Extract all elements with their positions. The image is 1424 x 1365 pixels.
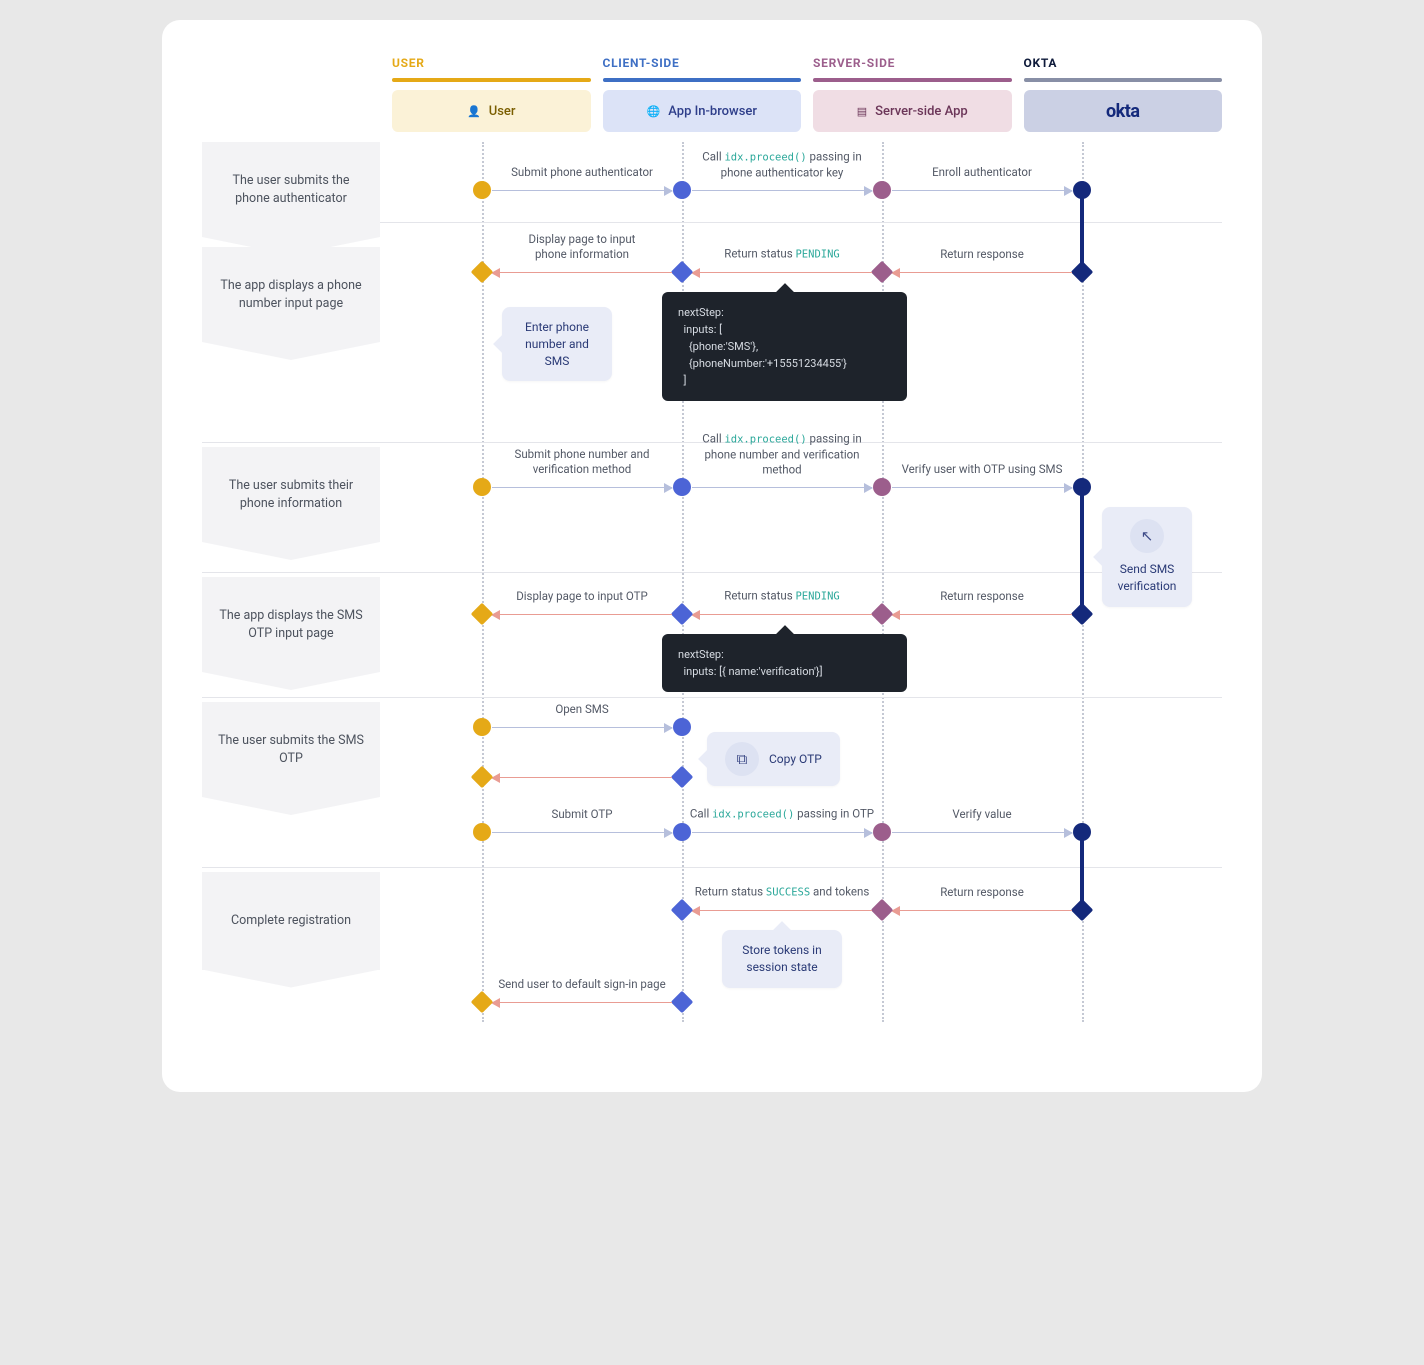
arrow (892, 190, 1072, 191)
arrow-return (692, 272, 872, 273)
node-okta (1071, 603, 1094, 626)
msg-label: Submit phone authenticator (511, 165, 653, 184)
arrow (492, 832, 672, 833)
node-server (871, 603, 894, 626)
okta-activation (1080, 190, 1084, 272)
arrow (492, 190, 672, 191)
step-4: The app displays the SMS OTP input page (202, 577, 380, 672)
lane-label-user: USER (392, 56, 591, 70)
msg-label: Enroll authenticator (932, 165, 1032, 184)
msg-label: Verify value (952, 807, 1011, 826)
lane-label-server: SERVER-SIDE (813, 56, 1012, 70)
node-okta (1071, 261, 1094, 284)
diagram-card: USER 👤 User CLIENT-SIDE 🌐 App In-browser (162, 20, 1262, 1092)
node-client (671, 766, 694, 789)
node-user (473, 478, 491, 496)
msg-label: Send user to default sign-in page (498, 977, 665, 996)
step-6: Complete registration (202, 872, 380, 970)
globe-icon: 🌐 (647, 105, 661, 118)
lane-box-server: Server-side App (875, 104, 968, 119)
node-client (671, 261, 694, 284)
msg-label: Call idx.proceed() passing in phone numb… (697, 431, 867, 481)
node-user (473, 823, 491, 841)
arrow (692, 832, 872, 833)
node-client (671, 991, 694, 1014)
msg-label: Return response (940, 589, 1024, 608)
step-1: The user submits the phone authenticator (202, 142, 380, 237)
step-5: The user submits the SMS OTP (202, 702, 380, 797)
arrow-return (492, 614, 672, 615)
arrow-return (692, 910, 872, 911)
code-payload-2: nextStep: inputs: [{ name:'verification'… (662, 634, 907, 692)
arrow-return (492, 777, 672, 778)
header-row: USER 👤 User CLIENT-SIDE 🌐 App In-browser (202, 56, 1222, 132)
lane-label-okta: OKTA (1024, 56, 1223, 70)
lane-box-client: App In-browser (668, 104, 757, 119)
user-icon: 👤 (467, 105, 481, 118)
code-payload-1: nextStep: inputs: [ {phone:'SMS'}, {phon… (662, 292, 907, 401)
msg-label: Display page to input OTP (516, 589, 648, 608)
lane-okta: OKTA okta (1024, 56, 1223, 132)
arrow (492, 487, 672, 488)
node-server (873, 181, 891, 199)
step-3: The user submits their phone information (202, 447, 380, 542)
server-icon: ▤ (857, 105, 867, 118)
callout-send-sms: ↖ Send SMS verification (1102, 507, 1192, 607)
lane-server: SERVER-SIDE ▤ Server-side App (813, 56, 1012, 132)
msg-label: Return response (940, 247, 1024, 266)
arrow (492, 727, 672, 728)
arrow-return (492, 272, 672, 273)
callout-store-tokens: Store tokens in session state (722, 930, 842, 988)
node-user (471, 991, 494, 1014)
callout-copy-otp: ⧉ Copy OTP (707, 732, 840, 786)
okta-logo: okta (1106, 101, 1140, 122)
msg-label: Call idx.proceed() passing in OTP (690, 806, 874, 826)
node-user (471, 261, 494, 284)
msg-label: Call idx.proceed() passing in phone auth… (697, 149, 867, 184)
lane-user: USER 👤 User (392, 56, 591, 132)
arrow (892, 487, 1072, 488)
node-user (473, 718, 491, 736)
node-client (673, 718, 691, 736)
node-client (673, 181, 691, 199)
cursor-icon: ↖ (1130, 519, 1164, 553)
msg-label: Return status SUCCESS and tokens (695, 884, 870, 904)
msg-label: Submit OTP (552, 807, 613, 826)
node-client (673, 478, 691, 496)
msg-label: Return status PENDING (724, 588, 840, 608)
arrow (692, 487, 872, 488)
node-server (873, 478, 891, 496)
msg-label: Return response (940, 885, 1024, 904)
node-server (873, 823, 891, 841)
arrow-return (692, 614, 872, 615)
node-user (471, 766, 494, 789)
node-client (671, 603, 694, 626)
arrow-return (892, 910, 1072, 911)
sequence-diagram: The user submits the phone authenticator… (202, 142, 1222, 1022)
msg-label: Display page to input phone information (512, 232, 652, 266)
node-server (871, 261, 894, 284)
arrow-return (892, 614, 1072, 615)
node-server (871, 899, 894, 922)
msg-label: Return status PENDING (724, 246, 840, 266)
lane-client: CLIENT-SIDE 🌐 App In-browser (603, 56, 802, 132)
node-client (671, 899, 694, 922)
arrow-return (892, 272, 1072, 273)
copy-icon: ⧉ (725, 742, 759, 776)
okta-activation (1080, 487, 1084, 614)
node-client (673, 823, 691, 841)
node-okta (1071, 899, 1094, 922)
msg-label: Open SMS (555, 702, 608, 721)
step-2: The app displays a phone number input pa… (202, 247, 380, 342)
node-user (473, 181, 491, 199)
lane-label-client: CLIENT-SIDE (603, 56, 802, 70)
msg-label: Submit phone number and verification met… (507, 447, 657, 481)
arrow (692, 190, 872, 191)
arrow-return (492, 1002, 672, 1003)
node-user (471, 603, 494, 626)
lane-box-user: User (489, 104, 516, 119)
msg-label: Verify user with OTP using SMS (902, 462, 1063, 481)
arrow (892, 832, 1072, 833)
callout-enter-phone: Enter phone number and SMS (502, 307, 612, 381)
